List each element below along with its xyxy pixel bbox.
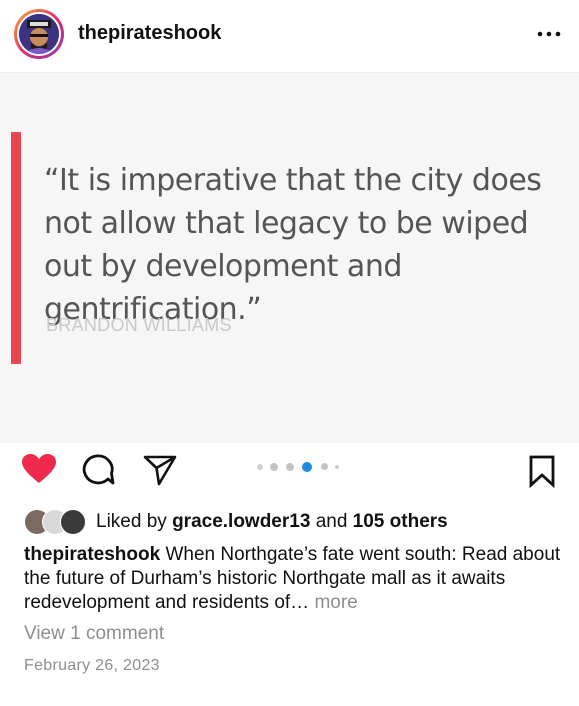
- username[interactable]: thepirateshook: [78, 22, 221, 45]
- likes-text: Liked by grace.lowder13 and 105 others: [96, 511, 448, 533]
- avatar-icon: [19, 14, 59, 54]
- carousel-dot: [335, 465, 339, 469]
- carousel-dot-active: [302, 462, 312, 472]
- post-date: February 26, 2023: [24, 657, 160, 674]
- comment-icon[interactable]: [81, 454, 115, 491]
- avatar[interactable]: [14, 9, 64, 59]
- liker-username[interactable]: grace.lowder13: [172, 511, 310, 532]
- view-comments-link[interactable]: View 1 comment: [24, 623, 164, 645]
- bookmark-icon[interactable]: [528, 454, 556, 493]
- liker-avatars[interactable]: [24, 509, 94, 535]
- caption: thepirateshook When Northgate’s fate wen…: [24, 543, 569, 615]
- post-header: thepirateshook: [0, 0, 579, 72]
- likes-others-link[interactable]: 105 others: [353, 511, 448, 532]
- send-icon[interactable]: [142, 454, 178, 491]
- liker-avatar: [60, 509, 86, 535]
- caption-username[interactable]: thepirateshook: [24, 544, 160, 565]
- carousel-dot: [270, 463, 278, 471]
- more-horizontal-icon[interactable]: [534, 22, 564, 46]
- carousel-dot: [286, 463, 294, 471]
- likes-prefix: Liked by: [96, 511, 167, 532]
- quote-accent-bar: [11, 132, 21, 364]
- post-image[interactable]: “It is imperative that the city does not…: [0, 72, 579, 443]
- carousel-dot: [257, 464, 263, 470]
- heart-filled-icon[interactable]: [21, 453, 57, 490]
- action-bar: [0, 442, 579, 497]
- avatar-ring: [17, 12, 61, 56]
- quote-text: “It is imperative that the city does not…: [44, 163, 542, 327]
- carousel-dot: [321, 463, 328, 470]
- likes-middle: and: [315, 511, 348, 532]
- quote-author: BRANDON WILLIAMS: [46, 315, 232, 335]
- more-link[interactable]: more: [314, 592, 357, 613]
